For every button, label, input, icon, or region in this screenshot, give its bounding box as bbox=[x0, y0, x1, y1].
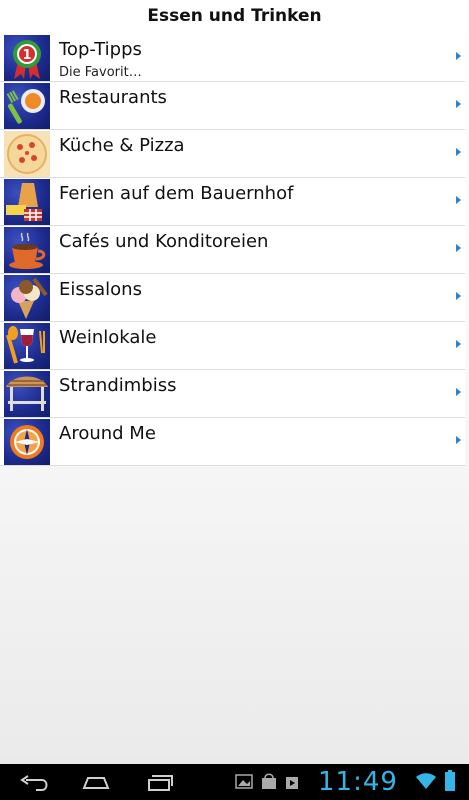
item-label: Eissalons bbox=[59, 279, 142, 300]
chevron-right-icon bbox=[456, 148, 461, 156]
list-item-restaurants[interactable]: Restaurants bbox=[0, 82, 465, 130]
item-subtitle: Die Favorit… bbox=[59, 65, 142, 80]
item-label: Around Me bbox=[59, 423, 156, 444]
compass-icon bbox=[4, 419, 50, 465]
svg-text:1: 1 bbox=[22, 48, 31, 63]
list-item-kueche-pizza[interactable]: Küche & Pizza bbox=[0, 130, 465, 178]
play-store-icon bbox=[286, 777, 298, 789]
list-item-strandimbiss[interactable]: Strandimbiss bbox=[0, 370, 465, 418]
chevron-right-icon bbox=[456, 292, 461, 300]
fork-plate-icon bbox=[4, 83, 50, 129]
item-label: Ferien auf dem Bauernhof bbox=[59, 183, 294, 204]
chevron-right-icon bbox=[456, 436, 461, 444]
shopping-bag-icon bbox=[262, 773, 276, 789]
battery-icon bbox=[444, 770, 456, 796]
status-icons bbox=[234, 772, 314, 792]
list-item-weinlokale[interactable]: Weinlokale bbox=[0, 322, 465, 370]
item-label: Weinlokale bbox=[59, 327, 157, 348]
chevron-right-icon bbox=[456, 196, 461, 204]
gallery-icon bbox=[235, 774, 253, 789]
item-label: Top-Tipps bbox=[59, 39, 142, 60]
farm-food-icon bbox=[4, 179, 50, 225]
list-item-bauernhof[interactable]: Ferien auf dem Bauernhof bbox=[0, 178, 465, 226]
chevron-right-icon bbox=[456, 388, 461, 396]
item-label: Cafés und Konditoreien bbox=[59, 231, 269, 252]
chevron-right-icon bbox=[456, 100, 461, 108]
list-item-around-me[interactable]: Around Me bbox=[0, 418, 465, 466]
home-icon[interactable] bbox=[78, 770, 114, 794]
ribbon-number-one-icon: 1 bbox=[4, 35, 50, 81]
item-label: Restaurants bbox=[59, 87, 167, 108]
item-label: Strandimbiss bbox=[59, 375, 177, 396]
list-item-cafes[interactable]: Cafés und Konditoreien bbox=[0, 226, 465, 274]
coffee-cup-icon bbox=[4, 227, 50, 273]
list-item-eissalons[interactable]: Eissalons bbox=[0, 274, 465, 322]
recent-apps-icon[interactable] bbox=[140, 770, 176, 794]
pizza-icon bbox=[4, 131, 50, 177]
wifi-icon bbox=[416, 772, 436, 794]
item-label: Küche & Pizza bbox=[59, 135, 185, 156]
chevron-right-icon bbox=[456, 340, 461, 348]
ice-cream-icon bbox=[4, 275, 50, 321]
clock-time: 11:49 bbox=[318, 767, 398, 797]
chevron-right-icon bbox=[456, 244, 461, 252]
list-item-top-tipps[interactable]: 1 Top-Tipps Die Favorit… bbox=[0, 34, 465, 82]
system-navigation-bar: 11:49 bbox=[0, 764, 469, 800]
chevron-right-icon bbox=[456, 52, 461, 60]
wine-glass-icon bbox=[4, 323, 50, 369]
page-title: Essen und Trinken bbox=[147, 6, 322, 26]
category-list: 1 Top-Tipps Die Favorit… Restaurants Küc… bbox=[0, 34, 465, 466]
back-icon[interactable] bbox=[16, 770, 52, 794]
beach-hut-icon bbox=[4, 371, 50, 417]
